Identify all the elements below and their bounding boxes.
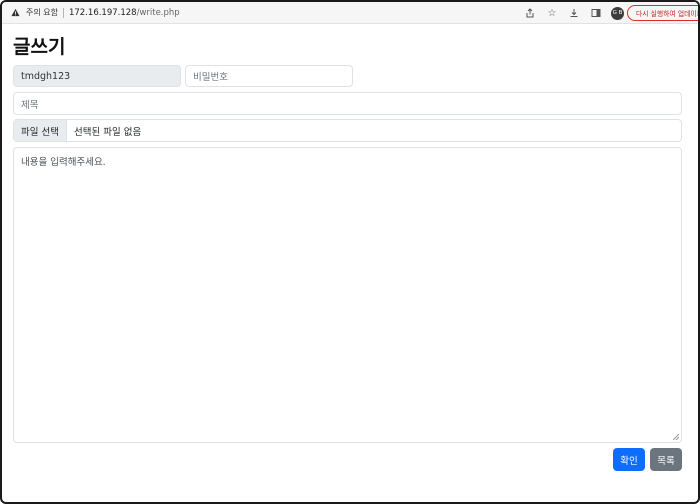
- warning-icon[interactable]: [10, 8, 20, 18]
- browser-window: 주의 요함 172.16.197.128/write.php ☆ G B 다시 …: [0, 0, 700, 504]
- url-path: /write.php: [136, 7, 180, 18]
- side-panel-icon[interactable]: [589, 6, 603, 20]
- username-field[interactable]: tmdgh123: [13, 65, 181, 87]
- download-icon[interactable]: [567, 6, 581, 20]
- url-host: 172.16.197.128: [68, 7, 137, 18]
- choose-file-button[interactable]: 파일 선택: [14, 120, 67, 141]
- title-input[interactable]: 제목: [13, 92, 682, 115]
- relaunch-update-button[interactable]: 다시 실행하여 업데이트: [627, 5, 698, 21]
- address-divider: [62, 7, 64, 18]
- list-button[interactable]: 목록: [650, 448, 682, 471]
- content-placeholder: 내용을 입력해주세요.: [21, 157, 106, 168]
- resize-handle-icon[interactable]: [673, 434, 679, 440]
- share-icon[interactable]: [523, 6, 537, 20]
- page-title: 글쓰기: [13, 36, 66, 58]
- content-textarea[interactable]: 내용을 입력해주세요.: [13, 147, 682, 443]
- browser-toolbar: ☆ G B 다시 실행하여 업데이트: [523, 2, 698, 24]
- bookmark-star-icon[interactable]: ☆: [545, 6, 559, 20]
- file-status-text: 선택된 파일 없음: [73, 126, 142, 138]
- security-status-label[interactable]: 주의 요함: [26, 7, 58, 18]
- profile-avatar[interactable]: G B: [611, 6, 624, 20]
- address-bar[interactable]: 주의 요함 172.16.197.128/write.php ☆ G B 다시 …: [2, 2, 698, 24]
- password-field[interactable]: 비밀번호: [185, 65, 353, 87]
- url-text[interactable]: 172.16.197.128/write.php: [69, 8, 180, 18]
- confirm-button[interactable]: 확인: [613, 448, 645, 471]
- file-input[interactable]: 파일 선택 선택된 파일 없음: [13, 119, 682, 142]
